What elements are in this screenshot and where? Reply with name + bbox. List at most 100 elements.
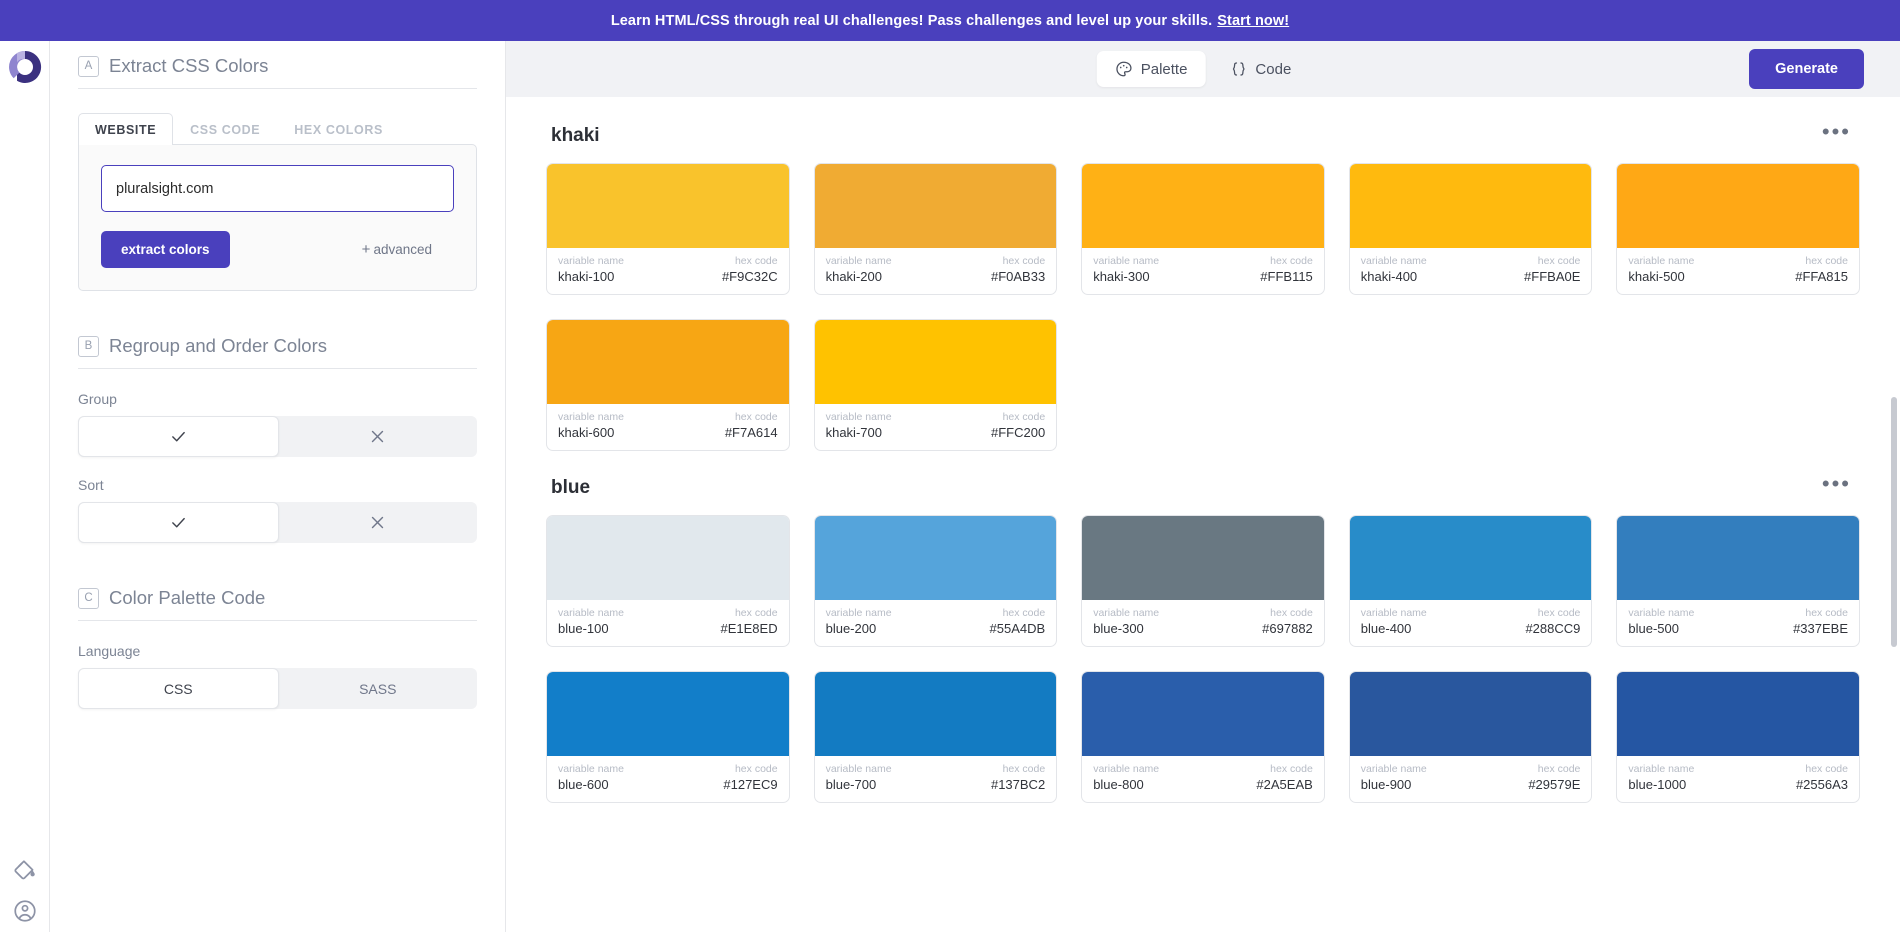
swatch-hex-value: #337EBE [1793,621,1848,636]
group-option-off[interactable] [279,416,478,457]
swatch-card[interactable]: variable name hex code khaki-100 #F9C32C [546,163,790,295]
advanced-toggle[interactable]: + advanced [362,241,454,258]
swatch-hex-label: hex code [734,411,778,423]
swatch-color [547,164,789,248]
section-c-letter: C [78,587,99,609]
swatch-meta: variable name hex code khaki-600 #F7A614 [547,404,789,450]
sort-option-off[interactable] [279,502,478,543]
swatch-card[interactable]: variable name hex code blue-900 #29579E [1348,671,1593,803]
promo-text: Learn HTML/CSS through real UI challenge… [610,12,1213,29]
account-circle-icon[interactable] [12,898,38,924]
swatch-card[interactable]: variable name hex code blue-200 #55A4DB [813,515,1058,647]
language-option-sass[interactable]: SASS [279,668,478,709]
swatch-card[interactable]: variable name hex code khaki-200 #F0AB33 [813,163,1058,295]
swatch-card[interactable]: variable name hex code blue-400 #288CC9 [1348,515,1593,647]
swatch-name-label: variable name [1360,763,1427,775]
swatch-card[interactable]: variable name hex code blue-800 #2A5EAB [1081,671,1325,803]
swatch-color [1349,516,1592,600]
swatch-variable-name: khaki-400 [1360,269,1418,284]
swatch-name-label: variable name [558,607,624,619]
swatch-color [1082,516,1324,600]
swatch-meta: variable name hex code khaki-300 #FFB115 [1082,248,1324,294]
swatch-variable-name: blue-400 [1360,621,1412,636]
swatch-hex-label: hex code [734,763,778,775]
swatch-variable-name: blue-1000 [1628,777,1687,792]
extract-tabs: WEBSITE CSS CODE HEX COLORS extract colo… [78,111,477,291]
swatch-color [1617,164,1859,248]
close-icon [369,514,386,531]
swatch-variable-name: blue-900 [1360,777,1412,792]
swatch-card[interactable]: variable name hex code khaki-300 #FFB115 [1081,163,1325,295]
swatch-meta: variable name hex code blue-100 #E1E8ED [547,600,789,646]
swatch-variable-name: khaki-700 [825,425,882,440]
check-icon [170,428,187,445]
tab-hex-colors[interactable]: HEX COLORS [277,113,400,145]
swatch-hex-value: #2A5EAB [1256,777,1313,792]
swatch-card[interactable]: variable name hex code khaki-400 #FFBA0E [1348,163,1593,295]
extract-colors-button[interactable]: extract colors [101,231,230,268]
swatch-card[interactable]: variable name hex code khaki-700 #FFC200 [813,319,1058,451]
close-icon [369,428,386,445]
sort-option-on[interactable] [78,502,279,543]
group-name-khaki: khaki [551,125,600,146]
extract-actions: extract colors + advanced [101,231,454,268]
tab-website[interactable]: WEBSITE [78,113,174,145]
palette-icon [1115,60,1133,78]
swatch-name-label: variable name [558,411,624,423]
swatch-hex-value: #FFBA0E [1524,269,1581,284]
swatch-variable-name: khaki-200 [825,269,882,284]
swatch-card[interactable]: variable name hex code khaki-600 #F7A614 [546,319,790,451]
group-header-khaki: khaki ••• [551,121,1855,147]
tab-palette[interactable]: Palette [1096,51,1206,87]
section-b-title: Regroup and Order Colors [109,335,327,356]
swatch-color [547,516,789,600]
swatch-card[interactable]: variable name hex code blue-700 #137BC2 [813,671,1058,803]
section-b-header: B Regroup and Order Colors [78,335,477,369]
language-option-css[interactable]: CSS [78,668,279,709]
swatch-meta: variable name hex code blue-200 #55A4DB [815,600,1057,646]
swatch-meta: variable name hex code blue-300 #697882 [1082,600,1324,646]
generate-button[interactable]: Generate [1749,49,1864,89]
extract-tabbar: WEBSITE CSS CODE HEX COLORS [78,111,477,145]
swatch-color [547,320,789,404]
tab-palette-label: Palette [1140,60,1188,78]
swatch-hex-value: #2556A3 [1795,777,1848,792]
advanced-label: advanced [373,242,432,257]
group-menu-blue[interactable]: ••• [1818,473,1855,498]
tab-code[interactable]: Code [1211,51,1309,87]
tab-css-code[interactable]: CSS CODE [173,113,277,145]
swatch-hex-value: #29579E [1528,777,1581,792]
canvas-scrollbar[interactable] [1891,397,1897,647]
swatch-color [1349,672,1592,756]
group-header-blue: blue ••• [551,473,1855,499]
swatch-hex-value: #137BC2 [990,777,1046,792]
control-panel: A Extract CSS Colors WEBSITE CSS CODE HE… [50,41,505,932]
swatch-hex-label: hex code [734,255,778,267]
website-url-input[interactable] [101,165,454,212]
section-b-letter: B [78,335,99,357]
swatch-hex-value: #127EC9 [723,777,778,792]
sort-toggle [78,502,477,543]
braces-icon [1229,60,1247,78]
sort-label: Sort [78,477,104,493]
swatch-name-label: variable name [825,411,892,423]
swatch-card[interactable]: variable name hex code blue-300 #697882 [1081,515,1325,647]
paint-bucket-icon[interactable] [12,858,38,884]
language-label: Language [78,643,141,659]
swatch-grid-blue: variable name hex code blue-100 #E1E8ED … [546,515,1860,803]
app-logo[interactable] [8,50,42,84]
swatch-card[interactable]: variable name hex code blue-500 #337EBE [1616,515,1860,647]
swatch-hex-value: #FFC200 [990,425,1046,440]
swatch-name-label: variable name [1093,763,1160,775]
section-a-title: Extract CSS Colors [109,55,269,76]
swatch-color [814,164,1057,248]
section-a-header: A Extract CSS Colors [78,55,477,89]
swatch-card[interactable]: variable name hex code khaki-500 #FFA815 [1616,163,1860,295]
group-menu-khaki[interactable]: ••• [1818,121,1855,146]
promo-start-now-link[interactable]: Start now! [1217,13,1289,29]
swatch-card[interactable]: variable name hex code blue-1000 #2556A3 [1616,671,1860,803]
swatch-card[interactable]: variable name hex code blue-600 #127EC9 [546,671,790,803]
plus-icon: + [361,241,371,258]
swatch-card[interactable]: variable name hex code blue-100 #E1E8ED [546,515,790,647]
group-option-on[interactable] [78,416,279,457]
